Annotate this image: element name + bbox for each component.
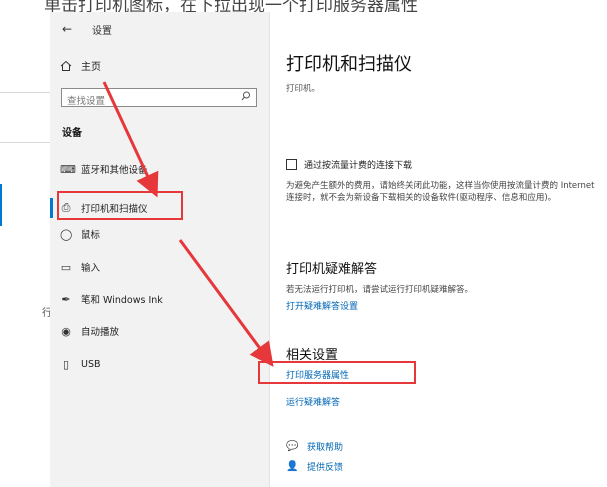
metered-download-label: 通过按流量计费的连接下载: [304, 161, 413, 171]
sidebar-item-printers[interactable]: ⎙ 打印机和扫描仪: [60, 198, 148, 218]
page-title: 打印机和扫描仪: [286, 54, 412, 75]
sidebar-item-label: 输入: [81, 263, 101, 274]
feedback-icon: 👤: [286, 461, 299, 472]
open-troubleshoot-settings-link[interactable]: 打开疑难解答设置: [286, 299, 358, 312]
metered-description: 为避免产生额外的费用，请始终关闭此功能，这样当你使用按流量计费的 Interne…: [286, 181, 595, 203]
printer-icon: ⎙: [61, 201, 71, 214]
sidebar-item-label: 笔和 Windows Ink: [81, 295, 163, 306]
sidebar-item-mouse[interactable]: ◯ 鼠标: [60, 224, 100, 244]
get-help-link[interactable]: 💬 获取帮助: [286, 440, 343, 453]
troubleshoot-heading: 打印机疑难解答: [286, 262, 378, 277]
nav-home-label: 主页: [81, 62, 101, 73]
back-arrow-icon[interactable]: ←: [62, 22, 72, 36]
settings-window: ← 设置 主页 设备 ⌨ 蓝牙和其他设备 ⎙ 打印机和扫描仪 ◯ 鼠: [50, 12, 607, 487]
sidebar-item-pen[interactable]: ✒ 笔和 Windows Ink: [60, 289, 163, 309]
sidebar-item-bluetooth[interactable]: ⌨ 蓝牙和其他设备: [60, 159, 148, 179]
print-server-properties-link[interactable]: 打印服务器属性: [286, 368, 349, 381]
sidebar-item-label: 打印机和扫描仪: [81, 204, 148, 215]
metered-download-checkbox[interactable]: [286, 159, 297, 170]
usb-icon: ▯: [62, 357, 70, 371]
page-subtitle: 打印机。: [286, 84, 321, 94]
search-field[interactable]: [61, 88, 257, 110]
divider: [0, 142, 50, 143]
background-window-edge: 行: [0, 12, 52, 487]
related-settings-heading: 相关设置: [286, 348, 339, 363]
nav-section-heading: 设备: [62, 128, 82, 139]
selection-indicator: [50, 198, 53, 218]
pen-icon: ✒: [61, 292, 71, 306]
keyboard-mouse-icon: ⌨: [60, 162, 76, 176]
caption-text: 单击打印机图标，在下拉出现一个打印服务器属性: [44, 0, 418, 12]
sidebar-item-typing[interactable]: ▭ 输入: [60, 257, 100, 277]
nav-home[interactable]: 主页: [60, 58, 101, 73]
sidebar-item-label: 自动播放: [81, 327, 120, 338]
troubleshoot-text: 若无法运行打印机，请尝试运行打印机疑难解答。: [286, 285, 474, 295]
feedback-link[interactable]: 👤 提供反馈: [286, 460, 343, 473]
sidebar-item-label: 蓝牙和其他设备: [81, 165, 148, 176]
run-troubleshooter-link[interactable]: 运行疑难解答: [286, 395, 340, 408]
app-title: 设置: [92, 26, 112, 37]
background-accent-bar: [0, 184, 2, 226]
help-chat-icon: 💬: [286, 441, 299, 452]
sidebar-item-label: 鼠标: [81, 230, 101, 241]
home-icon: [60, 60, 72, 71]
sidebar-item-usb[interactable]: ▯ USB: [60, 354, 101, 374]
settings-content-pane: 打印机和扫描仪 打印机。 通过按流量计费的连接下载 为避免产生额外的费用，请始终…: [286, 12, 607, 487]
search-icon[interactable]: [241, 91, 251, 101]
autoplay-icon: ◉: [61, 324, 71, 338]
search-input[interactable]: [62, 93, 237, 110]
keyboard-icon: ▭: [60, 260, 72, 274]
feedback-label: 提供反馈: [307, 463, 344, 473]
metered-download-option[interactable]: 通过按流量计费的连接下载: [286, 158, 412, 171]
get-help-label: 获取帮助: [307, 443, 344, 453]
mouse-icon: ◯: [60, 227, 73, 241]
sidebar-item-autoplay[interactable]: ◉ 自动播放: [60, 321, 119, 341]
settings-nav-pane: ← 设置 主页 设备 ⌨ 蓝牙和其他设备 ⎙ 打印机和扫描仪 ◯ 鼠: [50, 12, 270, 487]
sidebar-item-label: USB: [81, 358, 101, 370]
tutorial-caption: 单击打印机图标，在下拉出现一个打印服务器属性: [0, 0, 607, 12]
divider: [0, 92, 50, 93]
